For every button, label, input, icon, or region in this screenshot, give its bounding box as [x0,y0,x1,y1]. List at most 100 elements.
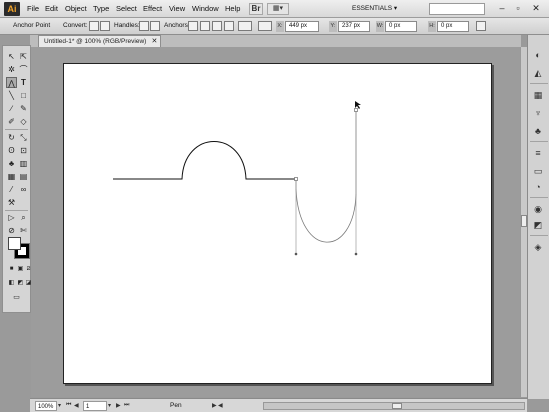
menu-object[interactable]: Object [65,4,87,13]
magic-wand-tool-icon[interactable]: ✲ [6,64,17,75]
color-guide-icon[interactable]: ◭ [532,67,544,79]
fill-color-swatch[interactable] [8,237,21,250]
hide-handles-icon[interactable] [150,21,160,31]
gradient-panel-icon[interactable]: ▭ [532,165,544,177]
horizontal-scrollbar[interactable] [263,402,525,410]
convert-label: Convert: [63,22,88,29]
panel-menu-icon[interactable] [476,21,486,31]
prev-artboard-icon[interactable]: ◀ [74,402,79,409]
anchor-point [294,177,298,181]
w-input[interactable]: 0 px [385,21,417,32]
warp-tool-icon[interactable]: ʘ [6,145,17,156]
slice-tool-icon[interactable]: ⊘ [6,225,17,236]
menu-effect[interactable]: Effect [143,4,162,13]
layers-panel-icon[interactable]: ◈ [532,241,544,253]
column-graph-tool-icon[interactable]: ▥ [18,158,29,169]
h-input[interactable]: 0 px [437,21,469,32]
convert-to-smooth-icon[interactable] [100,21,110,31]
stroke-panel-icon[interactable]: ≡ [532,147,544,159]
transparency-panel-icon[interactable]: ◔ [532,181,544,193]
horizontal-scroll-thumb[interactable] [392,403,402,409]
zoom-tool-icon[interactable]: ⌕ [18,212,29,223]
zoom-dropdown-icon[interactable]: ▾ [58,402,61,409]
x-input[interactable]: 449 px [285,21,319,32]
menu-help[interactable]: Help [225,4,240,13]
line-tool-icon[interactable]: ╲ [6,90,17,101]
scissors-tool-icon[interactable]: ✄ [18,225,29,236]
artboard[interactable] [63,63,492,384]
rectangle-tool-icon[interactable]: □ [18,90,29,101]
screen-mode-icon[interactable]: ▭ [11,292,22,303]
search-input[interactable] [429,3,485,15]
minimize-button[interactable]: – [495,3,509,15]
free-transform-tool-icon[interactable]: ⊡ [18,145,29,156]
isolate-icon[interactable] [224,21,234,31]
artboard-number-field[interactable]: 1 [83,401,107,411]
menu-edit[interactable]: Edit [45,4,58,13]
control-bar: Anchor Point Convert: Handles: Anchors X… [0,18,549,35]
maximize-button[interactable]: ▫ [511,3,525,15]
canvas-area[interactable] [31,47,520,397]
bridge-button[interactable]: Br [249,3,263,15]
appearance-panel-icon[interactable]: ◉ [532,203,544,215]
live-paint-tool-icon[interactable]: ⚒ [6,197,17,208]
first-artboard-icon[interactable]: ⏮ [66,402,71,409]
artwork [113,101,361,256]
align-icon[interactable] [238,21,252,31]
menu-view[interactable]: View [169,4,185,13]
next-artboard-icon[interactable]: ▶ [116,402,121,409]
eyedropper-tool-icon[interactable]: ⁄ [6,184,17,195]
rotate-tool-icon[interactable]: ↻ [6,132,17,143]
workspace-switcher[interactable]: ESSENTIALS ▾ [346,3,408,15]
mesh-tool-icon[interactable]: ▦ [6,171,17,182]
transform-icon[interactable] [258,21,272,31]
show-handles-icon[interactable] [139,21,149,31]
menu-type[interactable]: Type [93,4,109,13]
scale-tool-icon[interactable]: ⤡ [18,132,29,143]
zoom-field[interactable]: 100% [35,401,57,411]
link-icon[interactable] [320,21,328,31]
eraser-tool-icon[interactable]: ◇ [18,116,29,127]
x-label: X: [276,21,284,32]
lasso-tool-icon[interactable]: ⌒ [18,64,29,75]
status-menu-icon[interactable]: ▶ [212,402,217,409]
close-button[interactable]: ✕ [529,3,543,15]
constrain-icon[interactable] [419,21,427,31]
blend-tool-icon[interactable]: ∞ [18,184,29,195]
connect-anchors-icon[interactable] [200,21,210,31]
app-logo: Ai [4,2,20,16]
remove-anchor-icon[interactable] [188,21,198,31]
direct-selection-tool-icon[interactable]: ⇱ [18,51,29,62]
pencil-tool-icon[interactable]: ✎ [18,103,29,114]
y-input[interactable]: 237 px [338,21,370,32]
type-tool-icon[interactable]: T [18,77,29,88]
status-tool-text: Pen [170,402,182,409]
convert-to-corner-icon[interactable] [89,21,99,31]
last-artboard-icon[interactable]: ⏭ [124,402,129,409]
artboard-dropdown-icon[interactable]: ▾ [108,402,111,409]
graphic-styles-panel-icon[interactable]: ◩ [532,219,544,231]
tab-close-icon[interactable]: ✕ [151,36,157,47]
cursor-icon [355,101,361,109]
brushes-panel-icon[interactable]: ♆ [532,107,544,119]
selected-path [295,110,357,243]
blob-brush-tool-icon[interactable]: ✐ [6,116,17,127]
menu-file[interactable]: File [27,4,39,13]
symbol-sprayer-tool-icon[interactable]: ♣ [6,158,17,169]
menu-select[interactable]: Select [116,4,137,13]
document-tab[interactable]: Untitled-1* @ 100% (RGB/Preview) ✕ [38,35,162,47]
anchor-point-tool-icon[interactable]: ⋀ [6,77,17,88]
gradient-tool-icon[interactable]: ▤ [18,171,29,182]
vertical-scrollbar[interactable] [520,47,527,397]
tools-panel: ↖ ⇱ ✲ ⌒ ⋀ T ╲ □ ∕ ✎ ✐ ◇ ↻ ⤡ ʘ ⊡ ♣ ▥ ▦ ▤ … [2,45,31,313]
swatches-panel-icon[interactable]: ▦ [532,89,544,101]
scroll-left-icon[interactable]: ◀ [218,402,223,409]
paintbrush-tool-icon[interactable]: ∕ [6,103,17,114]
symbols-panel-icon[interactable]: ♣ [532,125,544,137]
color-panel-icon[interactable]: ◐ [532,49,544,61]
artboard-tool-icon[interactable]: ▷ [6,212,17,223]
menu-window[interactable]: Window [192,4,219,13]
selection-tool-icon[interactable]: ↖ [6,51,17,62]
cut-path-icon[interactable] [212,21,222,31]
arrange-documents-button[interactable]: ▦▾ [267,3,289,15]
